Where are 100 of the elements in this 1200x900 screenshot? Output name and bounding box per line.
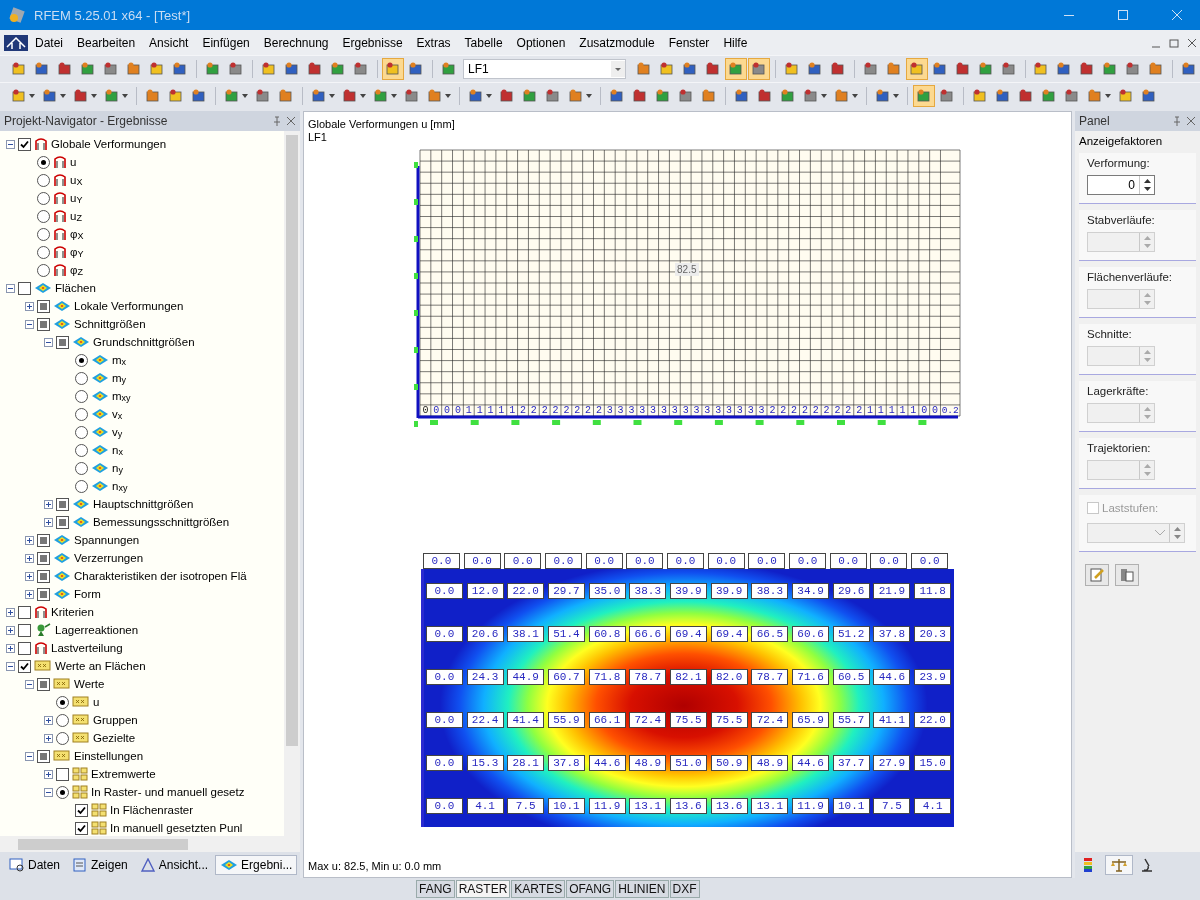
- tree-item[interactable]: In Flächenraster: [110, 804, 194, 816]
- expand-icon[interactable]: [25, 535, 34, 545]
- tree-item[interactable]: In Raster- und manuell gesetz: [91, 786, 245, 798]
- radio-button[interactable]: [75, 461, 88, 475]
- checkbox[interactable]: [75, 803, 88, 817]
- checkbox[interactable]: [75, 821, 88, 835]
- checkbox[interactable]: [18, 605, 31, 619]
- tree-item[interactable]: Lagerreaktionen: [55, 624, 139, 636]
- checkbox[interactable]: [56, 515, 69, 529]
- expand-icon[interactable]: [44, 499, 53, 509]
- menu-item[interactable]: Zusatzmodule: [572, 33, 662, 52]
- status-toggle[interactable]: FANG: [416, 880, 455, 898]
- menu-item[interactable]: Optionen: [509, 33, 573, 52]
- radio-button[interactable]: [75, 389, 88, 403]
- tree-item[interactable]: u$_{Z}$: [70, 209, 82, 223]
- tree-item[interactable]: Werte: [74, 678, 105, 690]
- radio-button[interactable]: [56, 785, 69, 799]
- status-toggle[interactable]: HLINIEN: [615, 880, 669, 898]
- tree-item[interactable]: Gezielte: [93, 732, 136, 744]
- collapse-icon[interactable]: [6, 661, 15, 671]
- checkbox[interactable]: [56, 335, 69, 349]
- tree-item[interactable]: Flächen: [55, 282, 96, 294]
- scrollbar-thumb[interactable]: [286, 135, 298, 746]
- tree-item[interactable]: Extremwerte: [91, 768, 156, 780]
- radio-button[interactable]: [75, 371, 88, 385]
- radio-button[interactable]: [75, 425, 88, 439]
- tree-item[interactable]: Lastverteilung: [51, 642, 123, 654]
- checkbox[interactable]: [37, 569, 50, 583]
- menu-item[interactable]: Extras: [409, 33, 458, 52]
- collapse-icon[interactable]: [6, 139, 15, 149]
- status-toggle[interactable]: OFANG: [566, 880, 615, 898]
- toolbar-button[interactable]: [905, 58, 928, 80]
- tree-item[interactable]: Werte an Flächen: [55, 660, 146, 672]
- radio-button[interactable]: [37, 155, 50, 169]
- tree-item[interactable]: Verzerrungen: [74, 552, 144, 564]
- tree-item[interactable]: n$_{x}$: [112, 443, 123, 457]
- radio-button[interactable]: [56, 731, 69, 745]
- radio-button[interactable]: [37, 173, 50, 187]
- collapse-icon[interactable]: [25, 679, 34, 689]
- radio-button[interactable]: [37, 209, 50, 223]
- tree-item[interactable]: u: [93, 696, 100, 708]
- radio-button[interactable]: [56, 695, 69, 709]
- spin-arrows-icon[interactable]: [1143, 179, 1151, 191]
- menu-item[interactable]: Ergebnisse: [335, 33, 410, 52]
- checkbox[interactable]: [18, 281, 31, 295]
- expand-icon[interactable]: [44, 769, 53, 779]
- tree-item[interactable]: m$_{x}$: [112, 353, 127, 367]
- tree-item[interactable]: Kriterien: [51, 606, 94, 618]
- edit-button[interactable]: [1085, 564, 1109, 586]
- checkbox[interactable]: [37, 749, 50, 763]
- toolbar-button[interactable]: [913, 85, 935, 107]
- radio-button[interactable]: [56, 713, 69, 727]
- tree-item[interactable]: In manuell gesetzten Punl: [110, 822, 243, 834]
- expand-icon[interactable]: [6, 643, 15, 653]
- navigator-tab[interactable]: Ansicht...: [134, 855, 214, 875]
- pin-icon[interactable]: [1172, 116, 1182, 126]
- spin-field[interactable]: 0: [1087, 175, 1155, 195]
- options-button[interactable]: [1115, 564, 1139, 586]
- collapse-icon[interactable]: [44, 787, 53, 797]
- expand-icon[interactable]: [6, 607, 15, 617]
- radio-button[interactable]: [75, 407, 88, 421]
- tree-item[interactable]: Gruppen: [93, 714, 138, 726]
- close-icon[interactable]: [1186, 116, 1196, 126]
- collapse-icon[interactable]: [6, 283, 15, 293]
- toolbar-button[interactable]: [748, 58, 770, 80]
- toolbar-button[interactable]: [725, 58, 747, 80]
- collapse-icon[interactable]: [25, 319, 34, 329]
- navigator-tab[interactable]: Zeigen: [67, 855, 133, 875]
- collapse-icon[interactable]: [44, 337, 53, 347]
- checkbox[interactable]: [18, 623, 31, 637]
- tree-item[interactable]: Globale Verformungen: [51, 138, 167, 150]
- status-toggle[interactable]: KARTES: [511, 880, 566, 898]
- tree-item[interactable]: Einstellungen: [74, 750, 144, 762]
- tree-item[interactable]: Bemessungsschnittgrößen: [93, 516, 230, 528]
- tree-item[interactable]: v$_{y}$: [112, 425, 123, 439]
- tree-item[interactable]: n$_{y}$: [112, 461, 123, 475]
- toolbar-button[interactable]: [382, 58, 405, 80]
- expand-icon[interactable]: [25, 301, 34, 311]
- app-menu-icon[interactable]: [4, 34, 28, 51]
- radio-button[interactable]: [37, 263, 50, 277]
- checkbox[interactable]: [18, 137, 31, 151]
- expand-icon[interactable]: [6, 625, 15, 635]
- tree-item[interactable]: Lokale Verformungen: [74, 300, 184, 312]
- checkbox[interactable]: [37, 317, 50, 331]
- checkbox[interactable]: [37, 587, 50, 601]
- checkbox[interactable]: [18, 641, 31, 655]
- radio-button[interactable]: [37, 227, 50, 241]
- menu-item[interactable]: Einfügen: [195, 33, 257, 52]
- dropdown-field[interactable]: [1087, 523, 1185, 543]
- close-icon[interactable]: [286, 116, 296, 126]
- navigator-tab[interactable]: Ergebni...: [215, 855, 298, 875]
- status-toggle[interactable]: DXF: [669, 880, 700, 898]
- menu-item[interactable]: Fenster: [661, 33, 717, 52]
- checkbox[interactable]: [37, 551, 50, 565]
- tree-item[interactable]: u: [70, 156, 77, 168]
- pin-icon[interactable]: [272, 116, 282, 126]
- menu-item[interactable]: Hilfe: [716, 33, 755, 52]
- expand-icon[interactable]: [44, 733, 53, 743]
- load-case-dropdown[interactable]: LF1: [463, 59, 626, 79]
- tree-item[interactable]: φ$_{Z}$: [70, 263, 83, 277]
